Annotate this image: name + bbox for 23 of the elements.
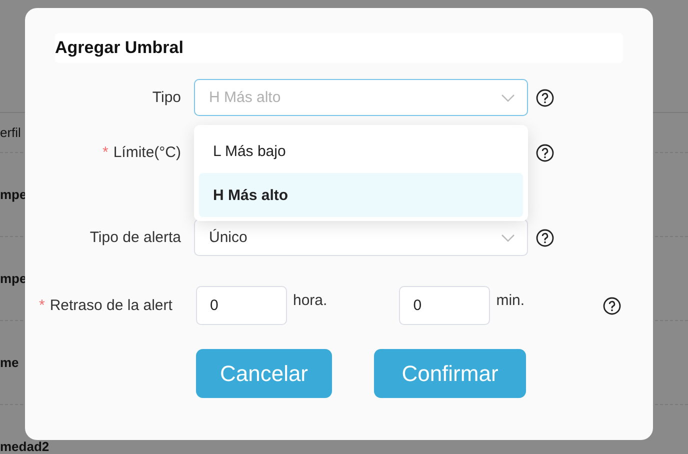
row-label: medad2	[0, 439, 50, 454]
unit-label: hora.	[293, 292, 328, 309]
alert-type-select[interactable]: Único	[194, 219, 528, 256]
row-label: mpe	[0, 271, 27, 286]
select-value: Único	[209, 229, 248, 246]
minutes-input[interactable]: 0	[399, 286, 490, 325]
row-label: me	[0, 355, 19, 370]
row-label: mpe	[0, 187, 27, 202]
chevron-down-icon	[501, 234, 515, 242]
field-label: * Límite(°C)	[101, 144, 181, 161]
dropdown-option[interactable]: H Más alto	[199, 173, 523, 217]
help-icon[interactable]	[536, 144, 554, 162]
row-label: erfil	[0, 125, 21, 140]
hours-input[interactable]: 0	[196, 286, 287, 325]
field-label: Tipo de alerta	[88, 229, 181, 246]
help-icon[interactable]	[602, 296, 621, 314]
help-icon[interactable]	[536, 88, 554, 106]
field-label: Tipo	[151, 89, 181, 106]
chevron-down-icon	[501, 94, 515, 102]
unit-label: min.	[496, 292, 525, 309]
field-label: * Retraso de la alert	[39, 297, 174, 314]
dialog-title: Agregar Umbral	[55, 38, 184, 58]
help-icon[interactable]	[536, 228, 554, 246]
